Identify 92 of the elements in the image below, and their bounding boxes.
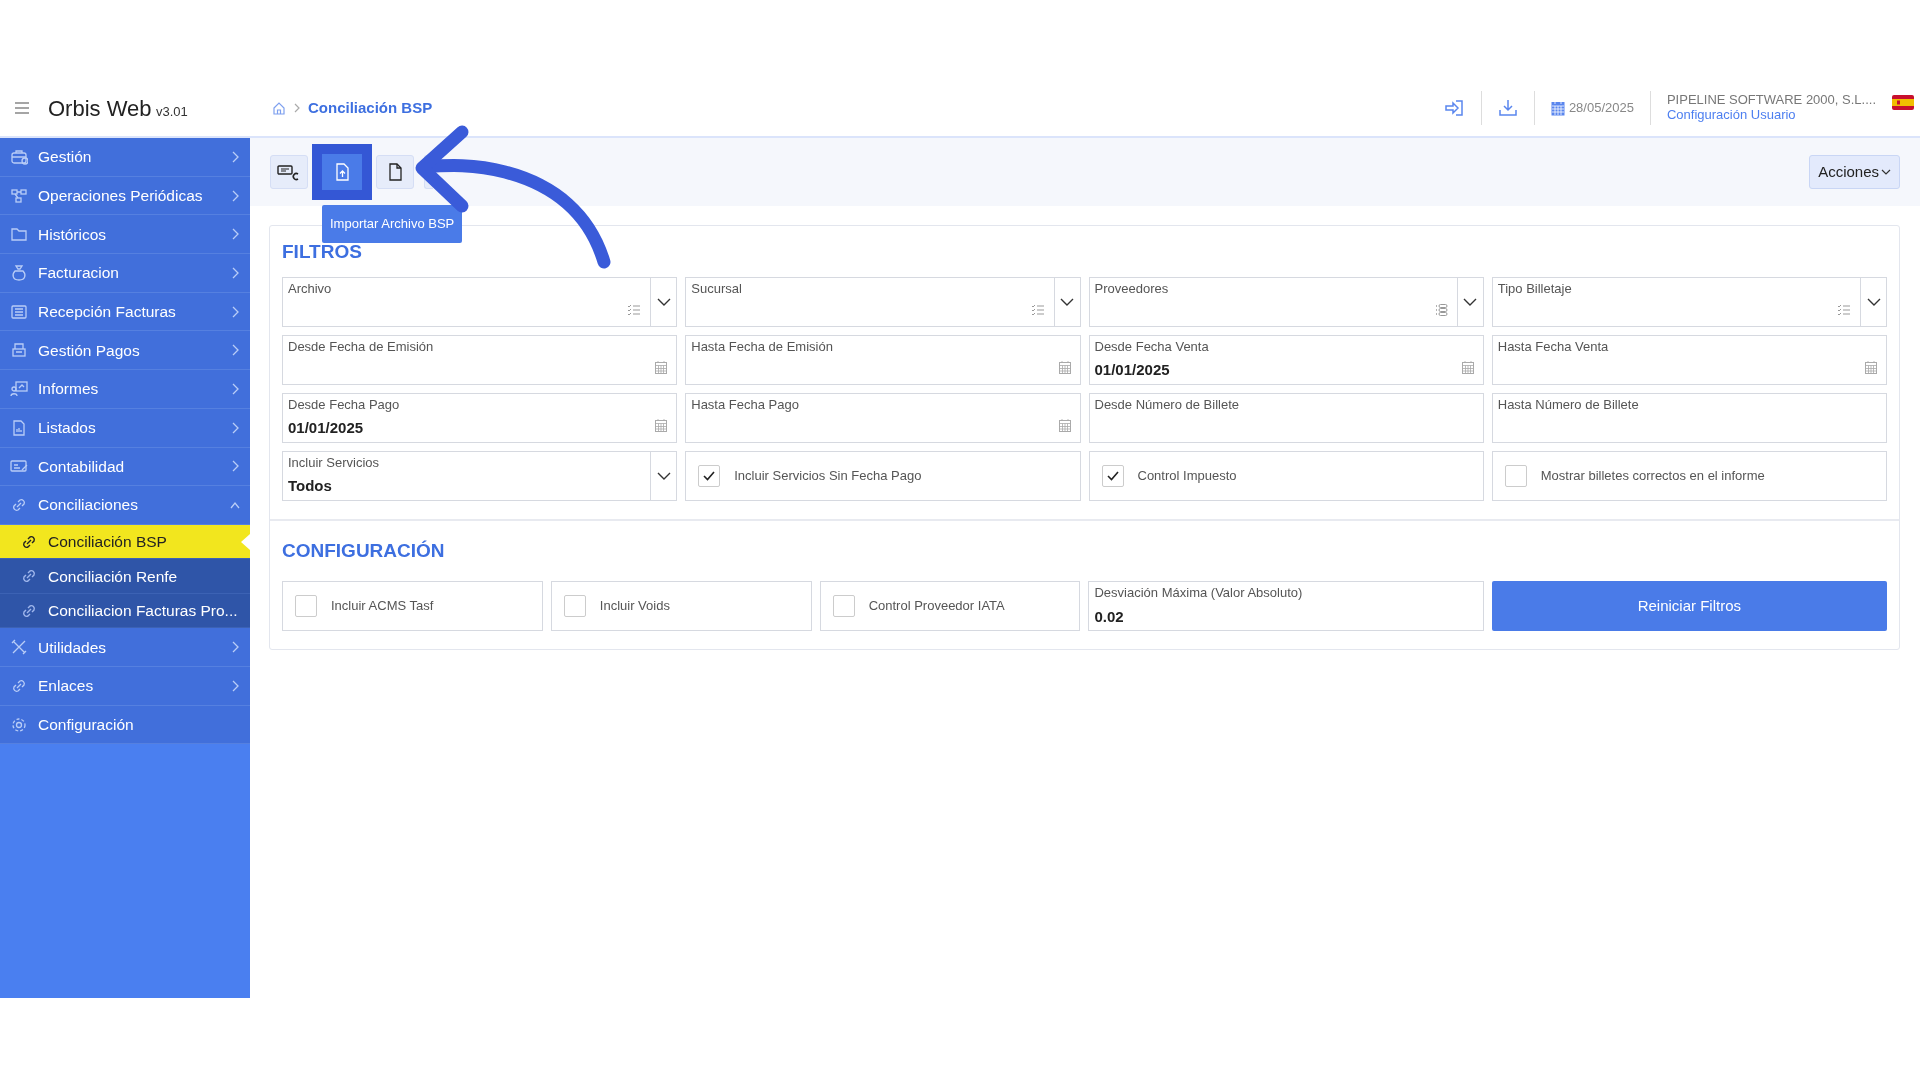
checklist-icon xyxy=(627,303,642,316)
checklist-icon xyxy=(1837,303,1851,316)
checkbox[interactable] xyxy=(1101,464,1124,487)
tooltip: Importar Archivo BSP xyxy=(322,205,463,243)
sidebar-subitem[interactable]: Conciliación BSP xyxy=(0,524,250,560)
date-field[interactable]: Hasta Fecha de Emisión xyxy=(685,334,1081,385)
checkbox-option[interactable]: Mostrar billetes correctos en el informe xyxy=(1491,450,1887,501)
reset-filters-button[interactable]: Reiniciar Filtros xyxy=(1491,581,1887,631)
folder-icon xyxy=(10,225,28,244)
date-field[interactable]: Hasta Fecha Venta xyxy=(1491,334,1887,385)
select-field[interactable]: Proveedores xyxy=(1088,276,1484,327)
chevron-icon xyxy=(1866,297,1881,306)
checkbox-option[interactable]: Control Proveedor IATA xyxy=(819,581,1081,631)
chevron-icon xyxy=(1463,297,1478,306)
checklist-icon xyxy=(1030,303,1045,316)
checkbox[interactable] xyxy=(563,595,586,617)
document-icon xyxy=(10,418,28,437)
chevron-icon xyxy=(1060,297,1074,306)
date-field[interactable]: Hasta Fecha Pago xyxy=(685,392,1081,443)
checkbox[interactable] xyxy=(698,464,721,487)
sidebar-item[interactable]: Históricos xyxy=(0,215,250,255)
select-field[interactable]: Tipo Billetaje xyxy=(1491,276,1887,327)
sidebar-item[interactable]: Configuración xyxy=(0,705,250,745)
app-name: Orbis Web xyxy=(48,95,152,121)
checkbox-option[interactable]: Incluir Voids xyxy=(550,581,812,631)
register-icon xyxy=(10,341,28,360)
sidebar-item[interactable]: Gestión xyxy=(0,138,250,177)
flag-icon xyxy=(1892,95,1914,111)
section-title: FILTROS xyxy=(282,240,363,264)
field-value: 01/01/2025 xyxy=(1094,360,1170,381)
sidebar-item[interactable]: Informes xyxy=(0,370,250,409)
check-icon xyxy=(703,470,716,481)
check-icon xyxy=(1106,470,1119,481)
checkbox[interactable] xyxy=(1504,464,1527,487)
breadcrumb-chevron-icon xyxy=(294,103,300,113)
settings-icon xyxy=(10,715,28,734)
checkbox-option[interactable]: Control Impuesto xyxy=(1088,450,1484,501)
date-field[interactable]: Desde Fecha Pago 01/01/2025 xyxy=(282,392,678,443)
header-date: 28/05/2025 xyxy=(1568,99,1634,118)
calendar-icon xyxy=(1461,360,1474,374)
date-field[interactable]: Desde Fecha Venta 01/01/2025 xyxy=(1088,334,1484,385)
sidebar-item[interactable]: Operaciones Periódicas xyxy=(0,176,250,216)
date-field[interactable]: Desde Fecha de Emisión xyxy=(282,334,678,385)
nodes-icon xyxy=(10,186,28,205)
user-settings-link[interactable]: Configuración Usuario xyxy=(1666,108,1876,123)
stack-icon xyxy=(1434,303,1448,316)
download-icon xyxy=(1497,98,1518,118)
section-title: CONFIGURACIÓN xyxy=(282,538,446,563)
calendar-icon xyxy=(655,360,668,374)
app-version: v3.01 xyxy=(155,103,188,119)
calendar-icon xyxy=(1058,418,1071,432)
select-field[interactable]: Archivo xyxy=(282,276,678,327)
caret-icon xyxy=(1881,168,1891,176)
select-field[interactable]: Sucursal xyxy=(685,276,1081,327)
sidebar-subitem[interactable]: Conciliacion Facturas Pro... xyxy=(0,593,250,629)
field-value: 0.02 xyxy=(1094,606,1124,627)
sidebar-item[interactable]: Utilidades xyxy=(0,628,250,668)
field-value: 01/01/2025 xyxy=(288,418,364,439)
sidebar-item[interactable]: Enlaces xyxy=(0,667,250,706)
list-icon xyxy=(10,302,28,321)
checkbox-option[interactable]: Incluir Servicios Sin Fecha Pago xyxy=(685,450,1081,501)
chevron-icon xyxy=(656,471,671,480)
briefcase-icon xyxy=(10,147,28,166)
menu-icon xyxy=(14,101,30,115)
sidebar-item[interactable]: Facturacion xyxy=(0,254,250,293)
calendar-icon xyxy=(1550,100,1565,116)
select-field[interactable]: Incluir Servicios Todos xyxy=(282,450,678,501)
calendar-icon xyxy=(655,418,668,432)
sidebar-item[interactable]: Recepción Facturas xyxy=(0,292,250,332)
checkbox-option[interactable]: Incluir ACMS Tasf xyxy=(282,581,543,631)
chevron-icon xyxy=(656,297,671,306)
checkbox[interactable] xyxy=(295,595,317,617)
sidebar-subitem[interactable]: Conciliación Renfe xyxy=(0,559,250,594)
sidebar-item[interactable]: Listados xyxy=(0,408,250,448)
breadcrumb-current: Conciliación BSP xyxy=(308,97,433,118)
input-field[interactable]: Desde Número de Billete xyxy=(1088,392,1484,443)
calendar-icon xyxy=(1058,360,1071,374)
checkbox[interactable] xyxy=(832,595,855,617)
actions-button[interactable]: Acciones xyxy=(1809,154,1900,190)
company-name: PIPELINE SOFTWARE 2000, S.L.... xyxy=(1666,93,1876,108)
input-field[interactable]: Hasta Número de Billete xyxy=(1491,392,1887,443)
calendar-icon xyxy=(1865,360,1877,374)
sidebar-item[interactable]: Conciliaciones xyxy=(0,486,250,525)
sidebar-item[interactable]: Gestión Pagos xyxy=(0,331,250,371)
money-bag-icon xyxy=(10,263,28,282)
presentation-icon xyxy=(10,379,28,398)
sidebar-item[interactable]: Contabilidad xyxy=(0,447,250,487)
toolbar-button[interactable] xyxy=(312,144,372,200)
input-field[interactable]: Desviación Máxima (Valor Absoluto) 0.02 xyxy=(1088,581,1484,631)
home-icon xyxy=(272,101,286,115)
login-icon xyxy=(1444,99,1465,117)
field-value: Todos xyxy=(288,476,332,497)
